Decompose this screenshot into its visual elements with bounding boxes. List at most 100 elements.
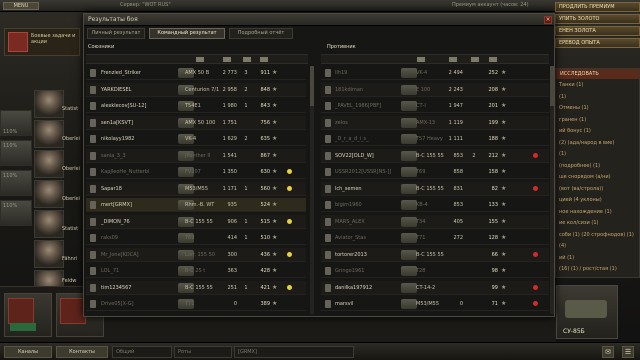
- extend-premium-button[interactable]: ПРОДЛИТЬ ПРЕМИУМ: [555, 2, 640, 12]
- player-row[interactable]: Aviator_Stas T71 272 128 ★: [321, 231, 549, 245]
- close-icon[interactable]: ×: [544, 16, 552, 24]
- notification-item[interactable]: (1): [559, 94, 566, 100]
- notification-item[interactable]: (вот (ва/строла)): [559, 186, 603, 192]
- player-name: SOV22[OLD_W]: [335, 152, 374, 159]
- player-row[interactable]: Mr_Jone[KDCA] Lorr. 155 50 300 436 ★: [86, 247, 306, 262]
- promo-banner[interactable]: Боевые задачи и акции: [4, 28, 80, 56]
- player-marker-icon: [325, 234, 331, 242]
- player-marker-icon: [90, 250, 96, 259]
- notification-item[interactable]: Отмены (1): [559, 105, 589, 111]
- player-row[interactable]: Gringo1961 T28 98 ★: [321, 264, 549, 278]
- player-row[interactable]: MARS_ALEX T34 405 155 ★: [321, 214, 549, 229]
- research-button[interactable]: ИССЛЕДОВАТЬ: [556, 69, 639, 79]
- contacts-button[interactable]: Контакты: [56, 346, 108, 358]
- damage-value: 853: [453, 202, 463, 208]
- player-row[interactable]: alexklecov[SU-12] T54E1 1 980 1 843 ★: [86, 99, 306, 113]
- player-row[interactable]: _D_r_a_d_i_s_ T57 Heavy 1 111 188 ★: [321, 132, 549, 146]
- tank-column-icon[interactable]: [417, 57, 425, 62]
- player-row[interactable]: sen1a[KSVT] AMX 50 100 1 751 756 ★: [86, 115, 306, 130]
- chat-channel-common[interactable]: Общий: [112, 346, 172, 358]
- scroll-thumb[interactable]: [550, 66, 554, 106]
- notification-item[interactable]: ное нахождение (1): [559, 209, 612, 215]
- chat-channel-clan[interactable]: [GRMX]: [234, 346, 354, 358]
- crew-portrait[interactable]: [34, 150, 64, 178]
- notification-item[interactable]: (2) (ада/народ в вие): [559, 140, 614, 146]
- menu-button[interactable]: MENU: [3, 2, 39, 10]
- player-row[interactable]: Sapar18 M53/M55 1 171 1 560 ★: [86, 181, 306, 196]
- chat-icon[interactable]: ✉: [602, 346, 614, 358]
- player-row[interactable]: USSR2012[USSR[NS-]] T69 858 158 ★: [321, 165, 549, 179]
- crew-portrait[interactable]: [34, 210, 64, 238]
- notification-item[interactable]: гранен (1): [559, 117, 586, 123]
- damage-column-icon[interactable]: [449, 57, 457, 62]
- chat-channel-company[interactable]: Роты: [174, 346, 232, 358]
- player-row[interactable]: Frenzied_Striker AMX 50 B 2 773 3 911 ★: [86, 66, 306, 80]
- player-row[interactable]: Drive05[X-G] T71 0 389 ★: [86, 297, 306, 311]
- status-dot-icon: [533, 284, 538, 290]
- crew-portrait[interactable]: [34, 90, 64, 118]
- allies-column-header: [86, 54, 308, 64]
- notification-icon[interactable]: ☰: [622, 346, 634, 358]
- notification-item[interactable]: ий бонус (1): [559, 128, 591, 134]
- notification-item[interactable]: ие кол/сизи (1): [559, 220, 598, 226]
- notification-item[interactable]: (16) (1) / рост/стая (1): [559, 266, 617, 272]
- player-row[interactable]: KapJleoHe_Nutterbl FV207 1 350 630 ★: [86, 165, 306, 179]
- crew-slot[interactable]: 110%: [0, 110, 32, 136]
- tank-column-icon[interactable]: [196, 57, 204, 62]
- frags-column-icon[interactable]: [243, 57, 251, 62]
- star-icon: ★: [501, 168, 507, 175]
- tab-detailed-report[interactable]: Подробный отчёт: [229, 28, 293, 39]
- notification-item[interactable]: ий (1): [559, 255, 574, 261]
- xp-column-icon[interactable]: [489, 57, 497, 62]
- crew-slot[interactable]: 110%: [0, 170, 32, 196]
- player-row[interactable]: zelos AMX-13 1 119 199 ★: [321, 115, 549, 130]
- xp-column-icon[interactable]: [260, 57, 268, 62]
- player-row[interactable]: 181kdiman E 100 2 243 208 ★: [321, 82, 549, 97]
- player-row[interactable]: _PAVEL_1986[PBF] СТ-I 1 947 201 ★: [321, 99, 549, 113]
- player-row[interactable]: marsvil M53/M55 0 71 ★: [321, 297, 549, 311]
- notification-item[interactable]: (подробнее) (1): [559, 163, 600, 169]
- notification-item[interactable]: (1): [559, 151, 566, 157]
- notification-item[interactable]: соби (1) (20 строфнодов) (1): [559, 232, 634, 238]
- player-row[interactable]: bigim1960 KB-4 853 133 ★: [321, 198, 549, 212]
- notification-item[interactable]: Танки (1): [559, 82, 583, 88]
- player-row[interactable]: mert[GRMX] Rhm.-B. WT 935 524 ★: [86, 198, 306, 212]
- enemies-scrollbar[interactable]: [550, 66, 554, 314]
- damage-column-icon[interactable]: [223, 57, 231, 62]
- tab-personal-result[interactable]: Личный результат: [87, 28, 145, 39]
- frags-column-icon[interactable]: [471, 57, 479, 62]
- selected-vehicle-card[interactable]: СУ-85Б: [556, 285, 618, 339]
- notification-item[interactable]: ше снорядом (а/ни): [559, 174, 611, 180]
- premium-account-label[interactable]: Премиум аккаунт (часов: 24): [452, 2, 529, 8]
- crew-slot[interactable]: 110%: [0, 140, 32, 166]
- crew-portrait[interactable]: [34, 120, 64, 148]
- player-row[interactable]: SOV22[OLD_W] B-C 155 55 853 2 212 ★: [321, 148, 549, 163]
- player-row[interactable]: danilka197912 CT-14-2 99 ★: [321, 280, 549, 295]
- allies-scrollbar[interactable]: [310, 66, 314, 314]
- tab-team-result[interactable]: Командный результат: [149, 28, 225, 39]
- xp-value: 82: [491, 185, 498, 192]
- crew-slot[interactable]: 110%: [0, 200, 32, 226]
- crew-portrait[interactable]: [34, 180, 64, 208]
- crew-portrait[interactable]: [34, 240, 64, 268]
- star-icon: ★: [272, 184, 278, 192]
- scroll-thumb[interactable]: [310, 66, 314, 106]
- player-row[interactable]: raks09 T69 414 1 510 ★: [86, 231, 306, 245]
- player-row[interactable]: nikolayy1982 VK-4 1 629 2 635 ★: [86, 132, 306, 146]
- buy-gold-button[interactable]: УПИТЬ ЗОЛОТО: [555, 14, 640, 24]
- notification-item[interactable]: цией (4 уклоны): [559, 197, 602, 203]
- player-row[interactable]: tim1234567 B-C 155 55 251 1 421 ★: [86, 280, 306, 295]
- player-row[interactable]: llh19 VK-4 2 494 252 ★: [321, 66, 549, 80]
- notification-item[interactable]: (4): [559, 243, 566, 249]
- exchange-gold-button[interactable]: ЕНЕН ЗОЛОТА: [555, 26, 640, 36]
- window-title: Результаты боя: [84, 14, 554, 26]
- player-row[interactable]: YARKDIESEL Centurion 7/1 2 958 2 848 ★: [86, 82, 306, 97]
- convert-xp-button[interactable]: ЕРЕВОД ОПЫТА: [555, 38, 640, 48]
- tank-thumbnail: [401, 282, 417, 293]
- player-row[interactable]: _DIMON_76 B-C 155 55 906 1 515 ★: [86, 214, 306, 229]
- player-row[interactable]: LOL_71 B-C 25 t 363 428 ★: [86, 264, 306, 278]
- player-row[interactable]: sania_3_3 JPanther II 1 541 867 ★: [86, 148, 306, 163]
- player-row[interactable]: tortorer2013 B-C 155 55 66 ★: [321, 247, 549, 262]
- player-row[interactable]: lch_semen B-C 155 55 831 82 ★: [321, 181, 549, 196]
- channels-button[interactable]: Каналы: [4, 346, 52, 358]
